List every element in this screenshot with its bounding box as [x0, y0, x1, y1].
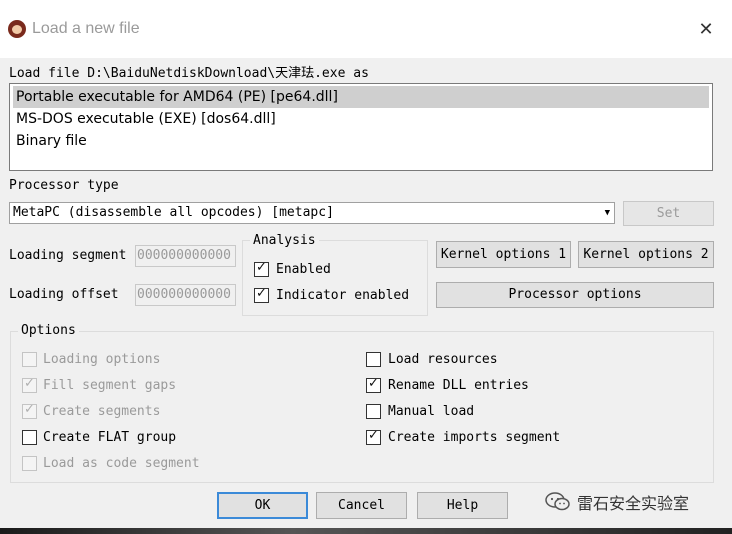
rename-dll-entries-label: Rename DLL entries — [388, 378, 529, 393]
chevron-down-icon: ▼ — [604, 208, 610, 218]
create-segments-checkbox[interactable] — [22, 402, 37, 419]
rename-dll-entries-checkbox[interactable] — [366, 376, 381, 393]
file-type-list[interactable]: Portable executable for AMD64 (PE) [pe64… — [9, 83, 713, 171]
analysis-group-title: Analysis — [250, 233, 319, 248]
load-as-code-segment-label: Load as code segment — [43, 456, 200, 471]
loading-options-checkbox[interactable] — [22, 352, 37, 367]
processor-options-button[interactable]: Processor options — [436, 282, 714, 308]
file-type-item[interactable]: MS-DOS executable (EXE) [dos64.dll] — [13, 108, 709, 130]
create-flat-group-checkbox[interactable] — [22, 430, 37, 445]
load-resources-label: Load resources — [388, 352, 498, 367]
wechat-icon — [545, 492, 571, 512]
loading-offset-label: Loading offset — [9, 287, 119, 302]
ok-button[interactable]: OK — [217, 492, 308, 519]
manual-load-checkbox[interactable] — [366, 404, 381, 419]
processor-type-label: Processor type — [9, 178, 119, 193]
options-group-title: Options — [18, 323, 79, 338]
watermark-text: 雷石安全实验室 — [577, 494, 690, 513]
loading-options-label: Loading options — [43, 352, 161, 367]
kernel-options-1-button[interactable]: Kernel options 1 — [436, 241, 571, 268]
indicator-enabled-checkbox[interactable] — [254, 286, 269, 303]
load-file-label: Load file D:\BaiduNetdiskDownload\天津珐.ex… — [9, 66, 369, 81]
file-type-item[interactable]: Portable executable for AMD64 (PE) [pe64… — [13, 86, 709, 108]
fill-segment-gaps-label: Fill segment gaps — [43, 378, 177, 393]
analysis-enabled-label: Enabled — [276, 262, 331, 277]
watermark: 雷石安全实验室 — [545, 490, 689, 514]
fill-segment-gaps-checkbox[interactable] — [22, 376, 37, 393]
background-bottom-strip — [0, 528, 732, 534]
loading-segment-field[interactable]: 000000000000 — [135, 245, 236, 267]
create-imports-segment-label: Create imports segment — [388, 430, 561, 445]
processor-type-select[interactable]: MetaPC (disassemble all opcodes) [metapc… — [9, 202, 615, 224]
analysis-group — [242, 240, 428, 316]
window-title: Load a new file — [32, 20, 140, 37]
create-flat-group-label: Create FLAT group — [43, 430, 177, 445]
app-icon — [8, 20, 26, 38]
kernel-options-2-button[interactable]: Kernel options 2 — [578, 241, 714, 268]
manual-load-label: Manual load — [388, 404, 475, 419]
analysis-enabled-checkbox[interactable] — [254, 260, 269, 277]
set-button[interactable]: Set — [623, 201, 714, 226]
loading-segment-label: Loading segment — [9, 248, 127, 263]
load-as-code-segment-checkbox[interactable] — [22, 456, 37, 471]
file-type-item[interactable]: Binary file — [13, 130, 709, 152]
close-icon[interactable]: ✕ — [696, 20, 716, 40]
create-imports-segment-checkbox[interactable] — [366, 428, 381, 445]
loading-offset-field[interactable]: 000000000000 — [135, 284, 236, 306]
cancel-button[interactable]: Cancel — [316, 492, 407, 519]
help-button[interactable]: Help — [417, 492, 508, 519]
processor-type-value: MetaPC (disassemble all opcodes) [metapc… — [13, 205, 334, 220]
indicator-enabled-label: Indicator enabled — [276, 288, 410, 303]
load-resources-checkbox[interactable] — [366, 352, 381, 367]
create-segments-label: Create segments — [43, 404, 161, 419]
